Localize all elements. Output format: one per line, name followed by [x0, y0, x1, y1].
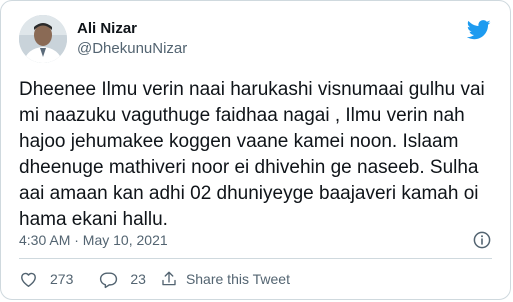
- reply-button[interactable]: 23: [99, 270, 146, 289]
- avatar[interactable]: [19, 15, 67, 63]
- heart-icon: [21, 272, 36, 287]
- reply-icon: [100, 271, 118, 288]
- twitter-bird-icon[interactable]: [467, 20, 491, 40]
- share-label: Share this Tweet: [185, 271, 290, 287]
- author-name[interactable]: Ali Nizar: [77, 19, 137, 39]
- share-button[interactable]: Share this Tweet: [160, 270, 290, 288]
- tweet-text: Dheenee Ilmu verin naai harukashi visnum…: [19, 79, 485, 230]
- tweet-card: Ali Nizar @DhekunuNizar Dheenee Ilmu ver…: [0, 0, 511, 300]
- reply-count: 23: [130, 271, 146, 287]
- like-button[interactable]: 273: [19, 270, 73, 289]
- divider: [19, 258, 492, 259]
- share-icon: [162, 271, 176, 286]
- tweet-timestamp[interactable]: 4:30 AM · May 10, 2021: [19, 230, 168, 250]
- author-handle[interactable]: @DhekunuNizar: [77, 39, 187, 59]
- like-count: 273: [50, 271, 74, 287]
- avatar-photo: [19, 15, 67, 63]
- action-bar: 273 23 Share this Tweet: [19, 267, 290, 291]
- info-icon[interactable]: [473, 231, 491, 249]
